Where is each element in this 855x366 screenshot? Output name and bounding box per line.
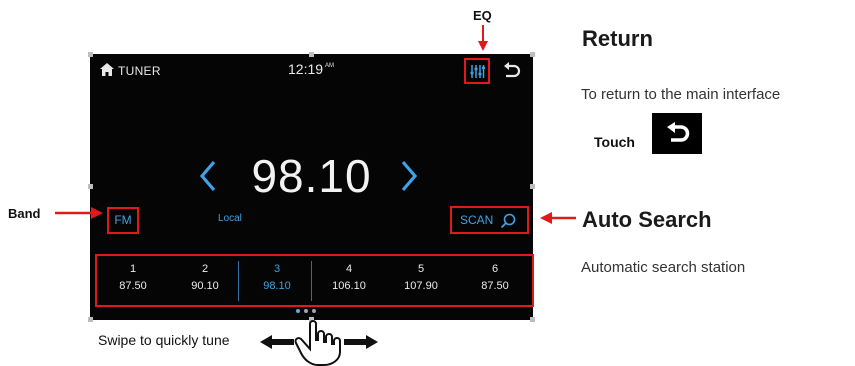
tuner-screen: TUNER 12:19 AM 98.10 FM Local SCAN 1 87.… [88,52,535,322]
local-toggle[interactable]: Local [218,213,242,224]
eq-callout-label: EQ [473,8,492,23]
scan-arrow-icon [540,212,576,224]
preset-number: 2 [201,263,209,275]
page-indicator-dot[interactable] [296,309,300,313]
preset-item[interactable]: 5 107.90 [385,256,457,305]
auto-search-callout-description: Automatic search station [581,259,746,276]
clock-time: 12:19 [288,61,324,77]
clock-ampm: AM [325,63,335,69]
band-callout-label: Band [8,206,41,221]
app-title: TUNER [118,64,161,78]
swipe-callout-label: Swipe to quickly tune [98,332,230,348]
selection-divider [311,261,312,301]
preset-frequency: 106.10 [332,280,366,292]
return-icon[interactable] [500,61,522,83]
band-arrow-icon [55,207,103,219]
status-bar: TUNER 12:19 AM [90,54,533,90]
touch-label: Touch [594,134,635,150]
preset-frequency: 87.50 [119,280,147,292]
screen-corner [530,317,535,322]
return-button-sample [652,113,702,154]
preset-item[interactable]: 1 87.50 [97,256,169,305]
eq-arrow-icon [478,25,488,51]
page-indicator-dot[interactable] [312,309,316,313]
preset-number: 6 [491,263,499,275]
clock: 12:19 AM [288,61,334,77]
search-icon [500,213,516,229]
return-callout-description: To return to the main interface [581,86,781,103]
preset-number: 5 [417,263,425,275]
preset-item-selected[interactable]: 3 98.10 [241,256,313,305]
preset-item[interactable]: 4 106.10 [313,256,385,305]
scan-label: SCAN [460,213,494,227]
preset-frequency: 87.50 [481,280,509,292]
preset-item[interactable]: 6 87.50 [459,256,531,305]
frequency-display: 98.10 [251,150,372,202]
scan-button[interactable]: SCAN [450,206,529,234]
preset-number: 3 [273,263,281,275]
page-indicator-dot[interactable] [304,309,308,313]
preset-frequency: 90.10 [191,280,219,292]
band-button[interactable]: FM [107,207,139,234]
preset-number: 1 [129,263,137,275]
auto-search-callout-title: Auto Search [582,207,712,232]
swipe-hand-icon [260,320,378,366]
selection-divider [238,261,239,301]
return-icon [667,122,690,142]
next-frequency-icon[interactable] [397,156,421,196]
preset-list: 1 87.50 2 90.10 3 98.10 4 106.10 5 107.9… [95,254,534,307]
eq-button[interactable] [464,58,490,84]
home-icon[interactable] [100,63,114,76]
preset-item[interactable]: 2 90.10 [169,256,241,305]
preset-frequency: 98.10 [263,280,291,292]
return-callout-title: Return [582,26,653,51]
equalizer-icon [470,65,485,78]
preset-number: 4 [345,263,353,275]
screen-corner [88,317,93,322]
preset-frequency: 107.90 [404,280,438,292]
